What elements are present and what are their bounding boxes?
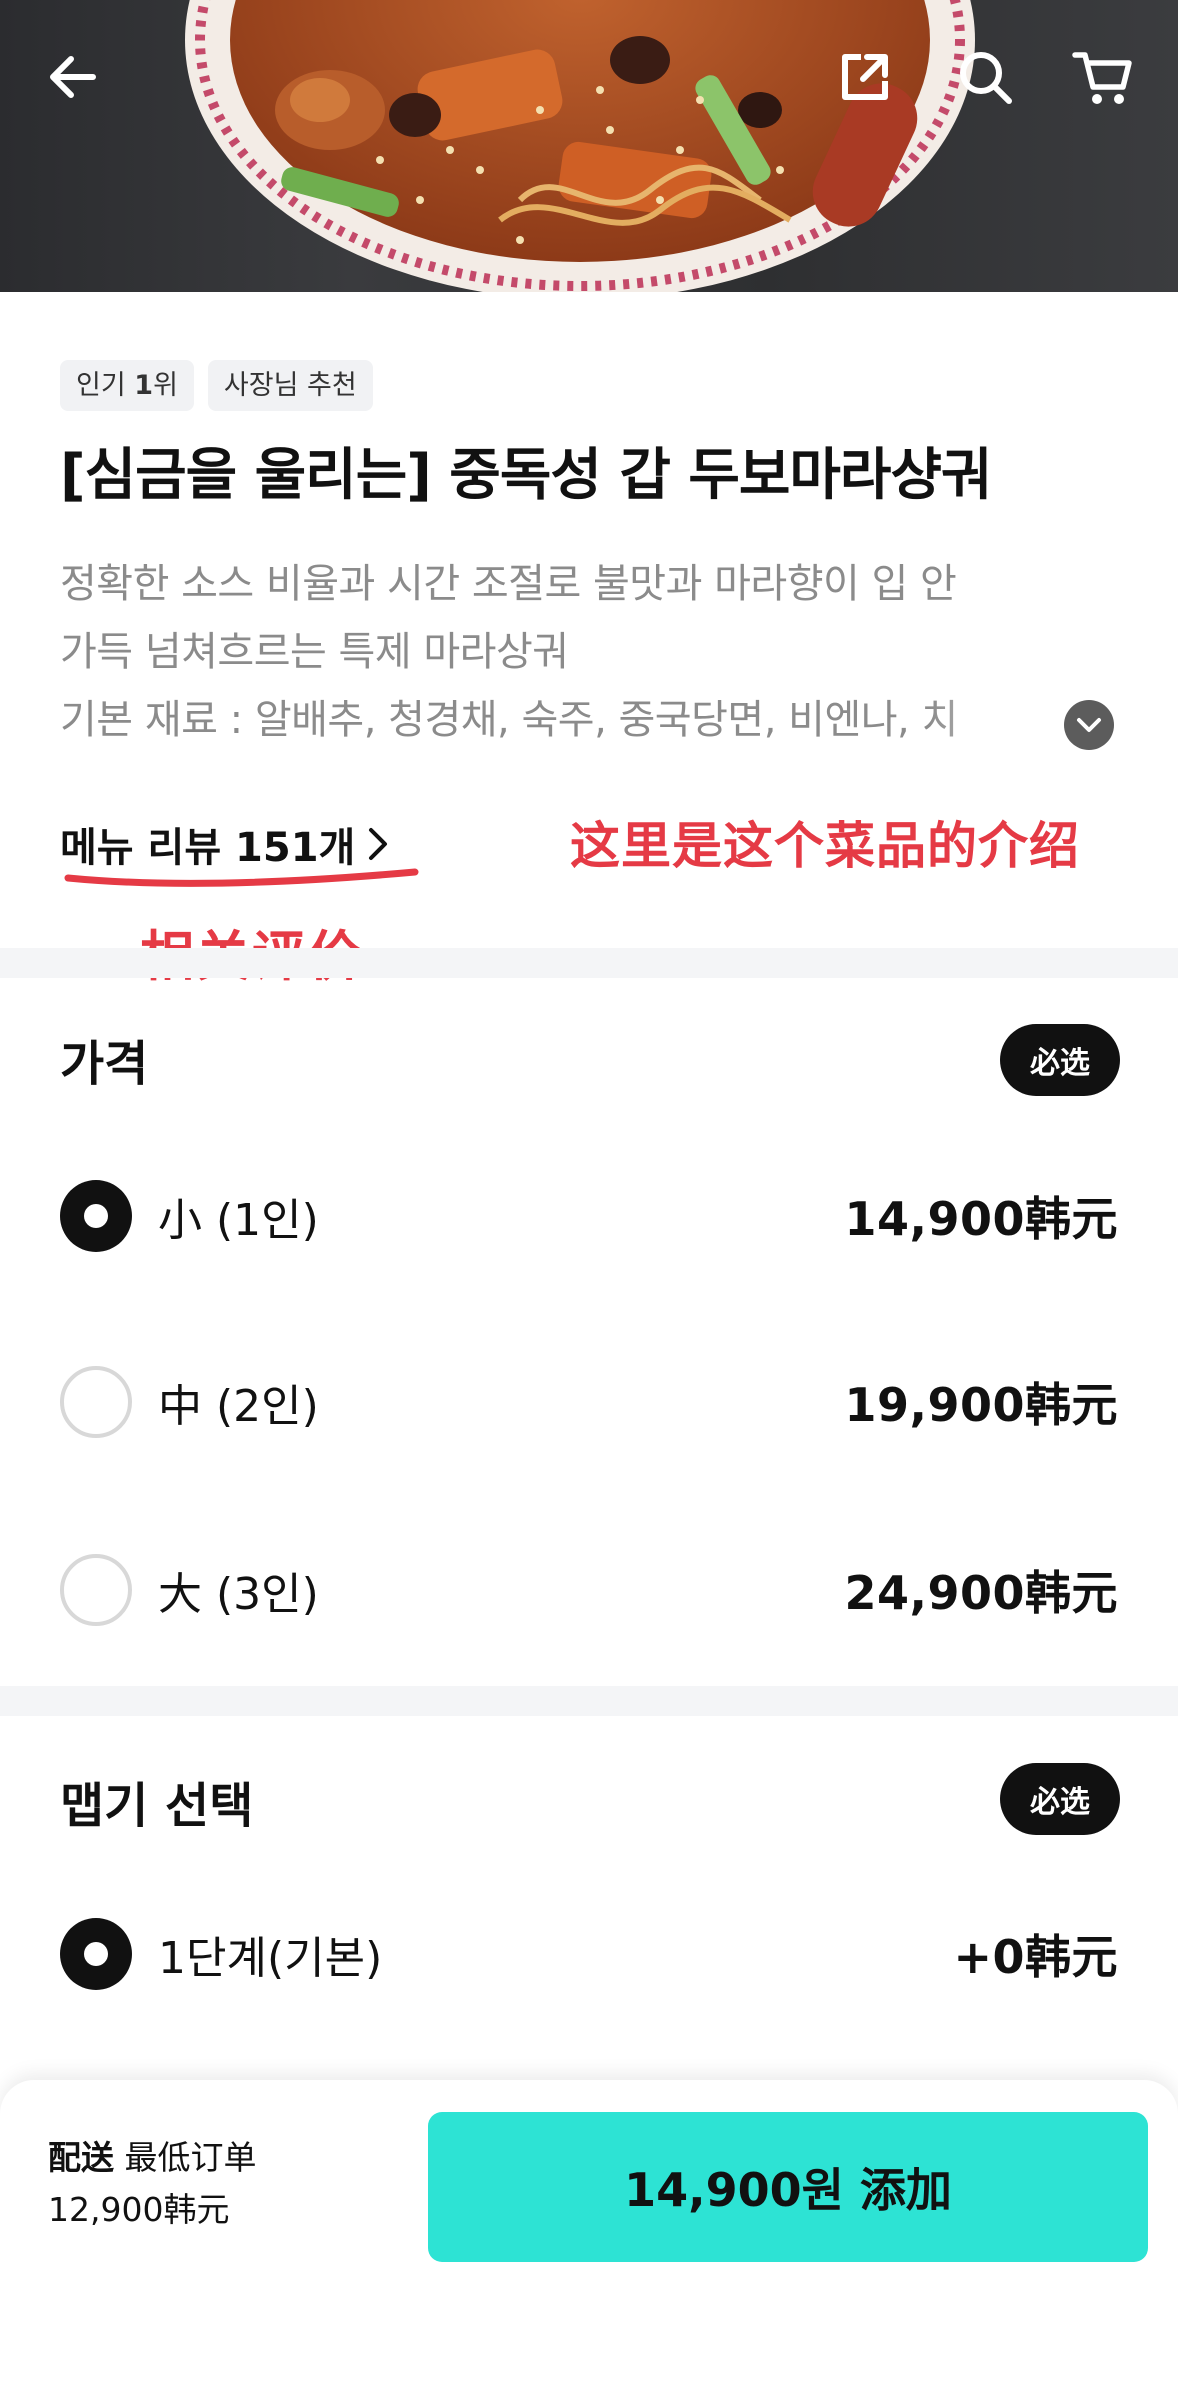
option-label: 1단계(기본)	[158, 1933, 383, 1984]
description-line: 정확한 소스 비율과 시간 조절로 불맛과 마라향이 입 안	[60, 561, 957, 607]
spice-option-level1[interactable]: 1단계(기본) +0韩元	[60, 1914, 1118, 1994]
option-label: 大 (3인)	[158, 1569, 319, 1620]
description-line: 가득 넘쳐흐르는 특제 마라상궈	[60, 629, 569, 675]
annotation-intro: 这里是这个菜品的介绍	[570, 817, 1080, 875]
bottom-order-bar: 配送 最低订单 12,900韩元 14,900원 添加	[0, 2080, 1178, 2397]
required-badge: 必选	[1000, 1763, 1120, 1835]
option-price: +0韩元	[953, 1930, 1118, 1984]
option-price: 19,900韩元	[844, 1378, 1118, 1432]
dish-description: 정확한 소스 비율과 시간 조절로 불맛과 마라향이 입 안 가득 넘쳐흐르는 …	[60, 550, 1080, 754]
ingredients-line: 기본 재료 : 알배추, 청경채, 숙주, 중국당면, 비엔나, 치	[60, 697, 958, 743]
price-option-medium[interactable]: 中 (2인) 19,900韩元	[60, 1362, 1118, 1442]
search-button[interactable]	[950, 42, 1020, 112]
search-icon	[960, 52, 1012, 104]
share-icon	[842, 54, 888, 100]
chevron-down-icon	[1077, 718, 1101, 732]
popular-rank-tag: 인기 1위	[60, 360, 194, 411]
spice-section-title: 맵기 선택	[60, 1778, 254, 1834]
price-option-large[interactable]: 大 (3인) 24,900韩元	[60, 1550, 1118, 1630]
share-button[interactable]	[830, 42, 900, 112]
price-section-title: 가격	[60, 1036, 149, 1092]
section-divider	[0, 948, 1178, 978]
cart-button[interactable]	[1068, 42, 1138, 112]
expand-description-button[interactable]	[1064, 700, 1114, 750]
delivery-info: 配送 最低订单 12,900韩元	[48, 2132, 257, 2236]
option-price: 24,900韩元	[844, 1566, 1118, 1620]
dish-tags: 인기 1위 사장님 추천	[60, 360, 373, 411]
back-button[interactable]	[38, 42, 108, 112]
option-price: 14,900韩元	[844, 1192, 1118, 1246]
radio-unselected[interactable]	[60, 1554, 132, 1626]
owner-recommend-tag: 사장님 추천	[207, 360, 373, 411]
section-divider	[0, 1686, 1178, 1716]
price-option-small[interactable]: 小 (1인) 14,900韩元	[60, 1176, 1118, 1256]
dish-title: [심금을 울리는] 중독성 갑 두보마라샹궈	[60, 443, 993, 508]
arrow-left-icon	[50, 56, 96, 98]
required-badge: 必选	[1000, 1024, 1120, 1096]
option-label: 小 (1인)	[158, 1195, 319, 1246]
min-order-label: 最低订单	[124, 2138, 257, 2177]
min-order-value: 12,900韩元	[48, 2190, 230, 2229]
option-label: 中 (2인)	[158, 1381, 319, 1432]
chevron-right-icon	[369, 828, 388, 860]
cart-icon	[1072, 52, 1132, 104]
delivery-label: 配送	[48, 2138, 114, 2177]
radio-selected[interactable]	[60, 1918, 132, 1990]
add-to-cart-button[interactable]: 14,900원 添加	[428, 2112, 1148, 2262]
annotation-underline	[64, 868, 419, 887]
radio-selected[interactable]	[60, 1180, 132, 1252]
radio-unselected[interactable]	[60, 1366, 132, 1438]
dish-hero-image	[0, 0, 1178, 292]
